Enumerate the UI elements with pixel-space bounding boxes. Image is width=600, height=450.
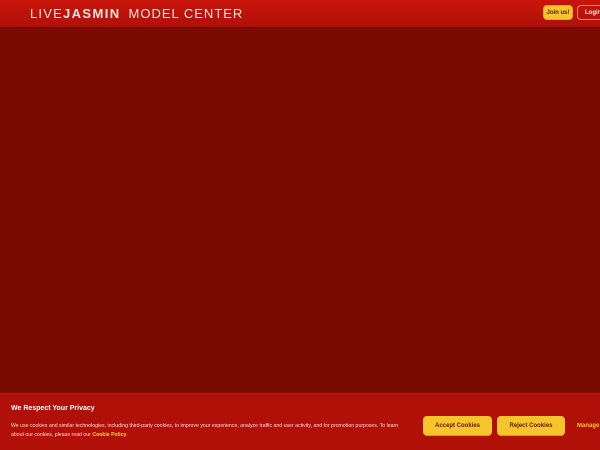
manage-cookies-link[interactable]: Manage Cookies xyxy=(577,423,600,429)
logo-text-model-center: MODEL CENTER xyxy=(128,6,244,21)
reject-cookies-button[interactable]: Reject Cookies xyxy=(497,416,565,436)
cookie-consent-banner: We Respect Your Privacy We use cookies a… xyxy=(0,393,600,450)
cookie-banner-text-end: . xyxy=(126,432,128,438)
logo-text-live: LIVE xyxy=(30,6,63,21)
join-us-button[interactable]: Join us! xyxy=(543,5,573,20)
cookie-banner-title: We Respect Your Privacy xyxy=(11,405,95,412)
main-content-area xyxy=(0,27,600,393)
logo-text-jasmin: JASMIN xyxy=(62,6,121,21)
top-header: LIVE JASMIN MODEL CENTER Join us! Login xyxy=(0,0,600,27)
cookie-banner-text: We use cookies and similar technologies,… xyxy=(11,422,406,440)
login-button[interactable]: Login xyxy=(577,5,600,20)
livejasmin-model-center-logo[interactable]: LIVE JASMIN MODEL CENTER xyxy=(30,6,243,21)
cookie-policy-link[interactable]: Cookie Policy xyxy=(92,432,126,438)
accept-cookies-button[interactable]: Accept Cookies xyxy=(423,416,492,436)
cookie-banner-description: We use cookies and similar technologies,… xyxy=(11,423,399,438)
